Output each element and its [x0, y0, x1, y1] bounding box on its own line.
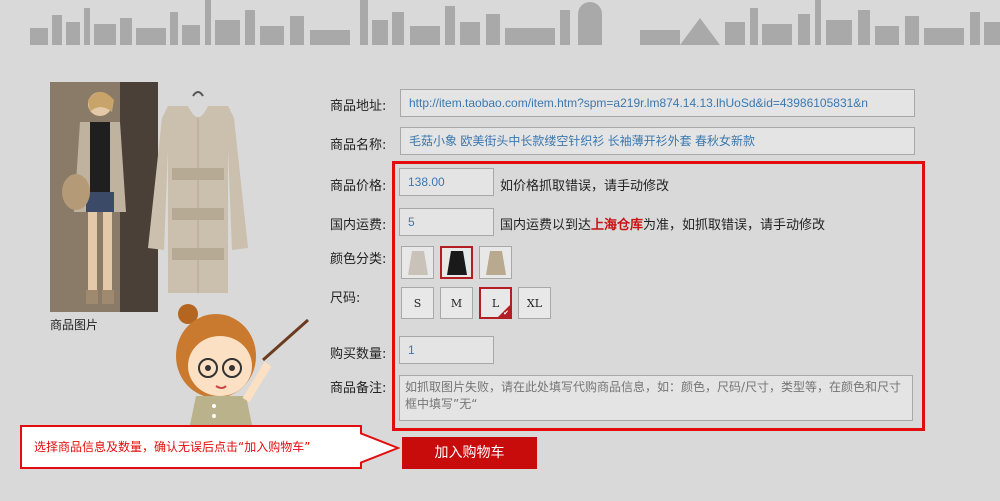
url-field[interactable]: http://item.taobao.com/item.htm?spm=a219… [400, 89, 915, 117]
product-name-field[interactable]: 毛菇小象 欧美街头中长款缕空针织衫 长袖薄开衫外套 春秋女新款 [400, 127, 915, 155]
color-swatch-black[interactable] [440, 246, 473, 279]
khaki-cardigan-icon [485, 250, 506, 275]
size-label: 尺码: [330, 291, 361, 306]
add-to-cart-button[interactable]: 加入购物车 [402, 437, 537, 469]
product-photo [50, 82, 158, 312]
color-swatch-beige[interactable] [401, 246, 434, 279]
price-label: 商品价格: [330, 179, 387, 194]
size-option-m[interactable]: M [440, 287, 473, 319]
shipping-hint-prefix: 国内运费以到达 [500, 218, 592, 233]
shipping-hint-suffix: 为准，如抓取错误，请手动修改 [643, 218, 826, 233]
notes-label: 商品备注: [330, 381, 387, 396]
product-image-caption: 商品图片 [50, 318, 99, 332]
size-option-l[interactable]: L ✔ [479, 287, 512, 319]
shipping-label: 国内运费: [330, 218, 387, 233]
color-label: 颜色分类: [330, 252, 387, 267]
instruction-callout: 选择商品信息及数量，确认无误后点击“加入购物车” [20, 425, 362, 469]
color-swatch-khaki[interactable] [479, 246, 512, 279]
price-hint: 如价格抓取错误，请手动修改 [500, 179, 670, 194]
mascot-illustration [176, 304, 309, 425]
url-label: 商品地址: [330, 99, 387, 114]
shipping-field[interactable]: 5 [399, 208, 494, 236]
skyline-banner [30, 0, 1000, 45]
checkmark-icon: ✔ [503, 309, 509, 317]
size-option-s[interactable]: S [401, 287, 434, 319]
warehouse-highlight: 上海仓库 [591, 218, 644, 233]
size-option-xl[interactable]: XL [518, 287, 551, 319]
beige-cardigan-icon [407, 250, 428, 275]
black-cardigan-icon [446, 250, 467, 275]
price-field[interactable]: 138.00 [399, 168, 494, 196]
shipping-hint: 国内运费以到达上海仓库为准，如抓取错误，请手动修改 [500, 214, 825, 233]
notes-textarea[interactable] [399, 375, 913, 421]
callout-arrow-icon [360, 432, 400, 464]
name-label: 商品名称: [330, 138, 387, 153]
quantity-label: 购买数量: [330, 347, 387, 362]
garment-image [148, 91, 248, 293]
quantity-field[interactable]: 1 [399, 336, 494, 364]
